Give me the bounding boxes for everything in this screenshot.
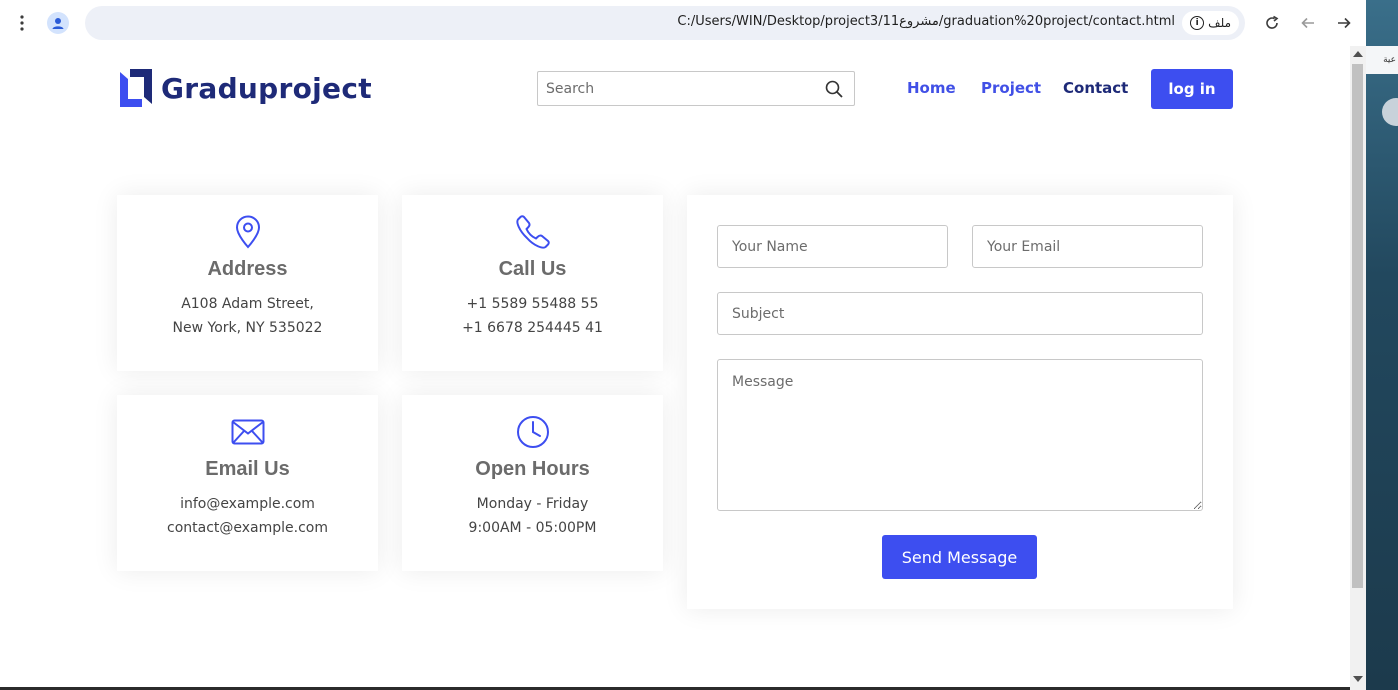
profile-avatar-icon[interactable]: [47, 12, 69, 34]
side-window-text: عية: [1366, 46, 1398, 74]
search-box: [537, 71, 855, 106]
address-bar[interactable]: C:/Users/WIN/Desktop/project3/11مشروع/gr…: [85, 6, 1245, 40]
send-message-button[interactable]: Send Message: [882, 535, 1037, 579]
search-icon[interactable]: [825, 80, 843, 102]
address-title: Address: [207, 258, 288, 280]
phone-line-2: +1 6678 254445 41: [462, 320, 603, 336]
phone-icon: [402, 214, 663, 250]
page-scrollbar[interactable]: [1350, 46, 1366, 690]
email-line-1: info@example.com: [180, 496, 315, 512]
call-title: Call Us: [498, 258, 567, 280]
address-line-1: A108 Adam Street,: [181, 296, 314, 312]
site-info-chip[interactable]: i ملف: [1182, 11, 1239, 35]
login-button[interactable]: log in: [1151, 69, 1233, 109]
browser-toolbar: A C:/Users/WIN/Desktop/project3/11مشروع/…: [0, 0, 1366, 47]
name-field[interactable]: [717, 225, 948, 268]
hours-line-1: Monday - Friday: [476, 496, 589, 512]
scroll-down-arrow-icon[interactable]: [1353, 676, 1363, 682]
message-field[interactable]: [717, 359, 1203, 511]
scrollbar-thumb[interactable]: [1352, 64, 1363, 588]
nav-project[interactable]: Project: [981, 79, 1041, 97]
contact-page: Graduproject Home Project Contact log in…: [0, 46, 1350, 687]
hours-title: Open Hours: [475, 458, 590, 480]
call-card: Call Us +1 5589 55488 55 +1 6678 254445 …: [402, 195, 663, 371]
background-window-edge: عية: [1366, 0, 1398, 690]
logo-mark-icon: [120, 69, 152, 107]
menu-dots-icon[interactable]: [8, 9, 36, 37]
info-icon: i: [1190, 16, 1205, 30]
email-field[interactable]: [972, 225, 1203, 268]
url-text[interactable]: C:/Users/WIN/Desktop/project3/11مشروع/gr…: [677, 14, 1175, 29]
address-line-2: New York, NY 535022: [172, 320, 323, 336]
clock-icon: [402, 414, 663, 450]
hours-line-2: 9:00AM - 05:00PM: [468, 520, 597, 536]
reload-icon[interactable]: [1258, 9, 1286, 37]
email-line-2: contact@example.com: [167, 520, 328, 536]
envelope-icon: [117, 414, 378, 450]
logo-text: Graduproject: [161, 71, 372, 105]
nav-home[interactable]: Home: [907, 79, 956, 97]
nav-contact[interactable]: Contact: [1063, 79, 1128, 97]
site-info-label: ملف: [1208, 16, 1231, 30]
forward-arrow-icon[interactable]: [1330, 9, 1358, 37]
address-card: Address A108 Adam Street, New York, NY 5…: [117, 195, 378, 371]
subject-field[interactable]: [717, 292, 1203, 335]
contact-form: Send Message: [687, 195, 1233, 609]
email-card: Email Us info@example.com contact@exampl…: [117, 395, 378, 571]
map-pin-icon: [117, 214, 378, 250]
back-arrow-icon[interactable]: [1294, 9, 1322, 37]
phone-line-1: +1 5589 55488 55: [466, 296, 599, 312]
scroll-up-arrow-icon[interactable]: [1353, 51, 1363, 57]
side-window-avatar: [1382, 98, 1398, 126]
hours-card: Open Hours Monday - Friday 9:00AM - 05:0…: [402, 395, 663, 571]
site-logo[interactable]: Graduproject: [117, 69, 372, 107]
search-input[interactable]: [538, 72, 824, 105]
email-title: Email Us: [205, 458, 290, 480]
